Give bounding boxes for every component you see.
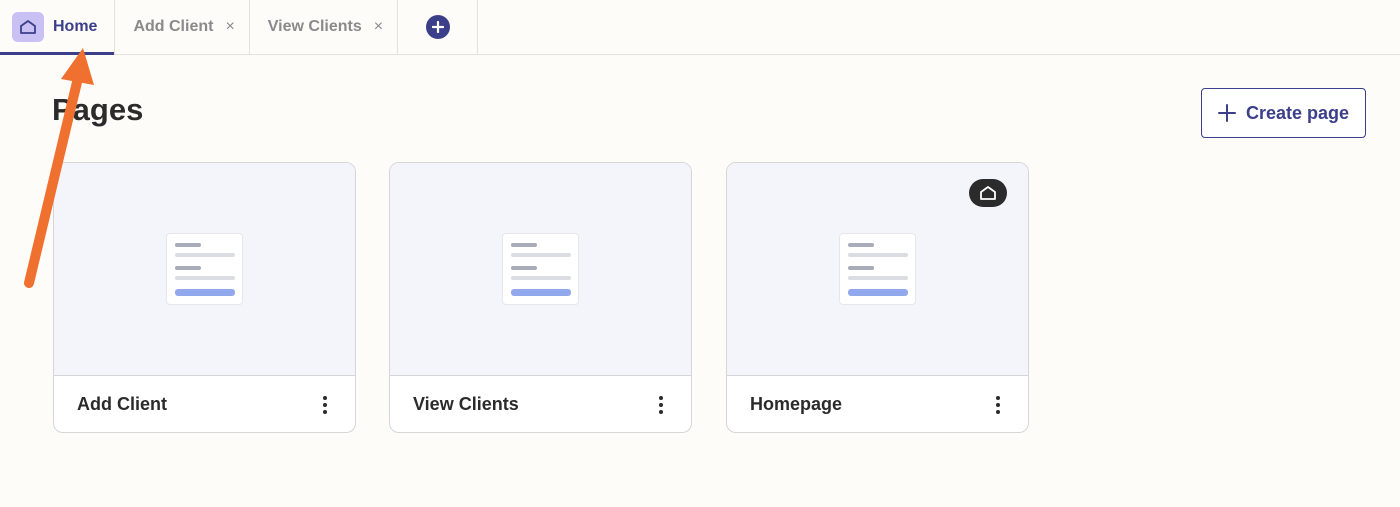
- tab-home[interactable]: Home: [0, 0, 116, 55]
- add-tab-button[interactable]: [398, 0, 479, 54]
- card-footer: Add Client: [54, 376, 355, 432]
- page-title: Pages: [52, 92, 144, 127]
- card-footer: Homepage: [727, 376, 1028, 432]
- create-page-label: Create page: [1245, 102, 1350, 123]
- page-preview[interactable]: [54, 163, 355, 376]
- tab-add-client-label: Add Client: [133, 18, 214, 35]
- tab-view-clients-label: View Clients: [267, 18, 362, 35]
- plus-icon: [1217, 104, 1236, 122]
- document-icon: [166, 233, 243, 305]
- page-card-view-clients[interactable]: View Clients: [389, 162, 692, 433]
- more-options-icon[interactable]: [319, 392, 331, 418]
- page-preview[interactable]: [727, 163, 1028, 376]
- more-options-icon[interactable]: [655, 392, 667, 418]
- card-footer: View Clients: [390, 376, 691, 432]
- close-icon[interactable]: ×: [225, 18, 234, 36]
- tab-home-label: Home: [53, 18, 98, 35]
- close-icon[interactable]: ×: [374, 18, 383, 36]
- document-icon: [839, 233, 916, 305]
- tab-bar: Home Add Client × View Clients ×: [0, 0, 1400, 55]
- plus-circle-icon: [425, 15, 450, 39]
- tab-view-clients[interactable]: View Clients ×: [250, 0, 399, 54]
- create-page-button[interactable]: Create page: [1201, 88, 1366, 138]
- page-card-homepage[interactable]: Homepage: [726, 162, 1029, 433]
- card-name: Homepage: [750, 394, 843, 414]
- document-icon: [502, 233, 579, 305]
- page-card-add-client[interactable]: Add Client: [53, 162, 356, 433]
- home-icon: [12, 12, 44, 42]
- more-options-icon[interactable]: [992, 392, 1004, 418]
- page-preview[interactable]: [390, 163, 691, 376]
- tab-add-client[interactable]: Add Client ×: [115, 0, 250, 54]
- home-page-badge-icon: [969, 179, 1007, 207]
- card-name: Add Client: [77, 394, 167, 414]
- card-name: View Clients: [413, 394, 519, 414]
